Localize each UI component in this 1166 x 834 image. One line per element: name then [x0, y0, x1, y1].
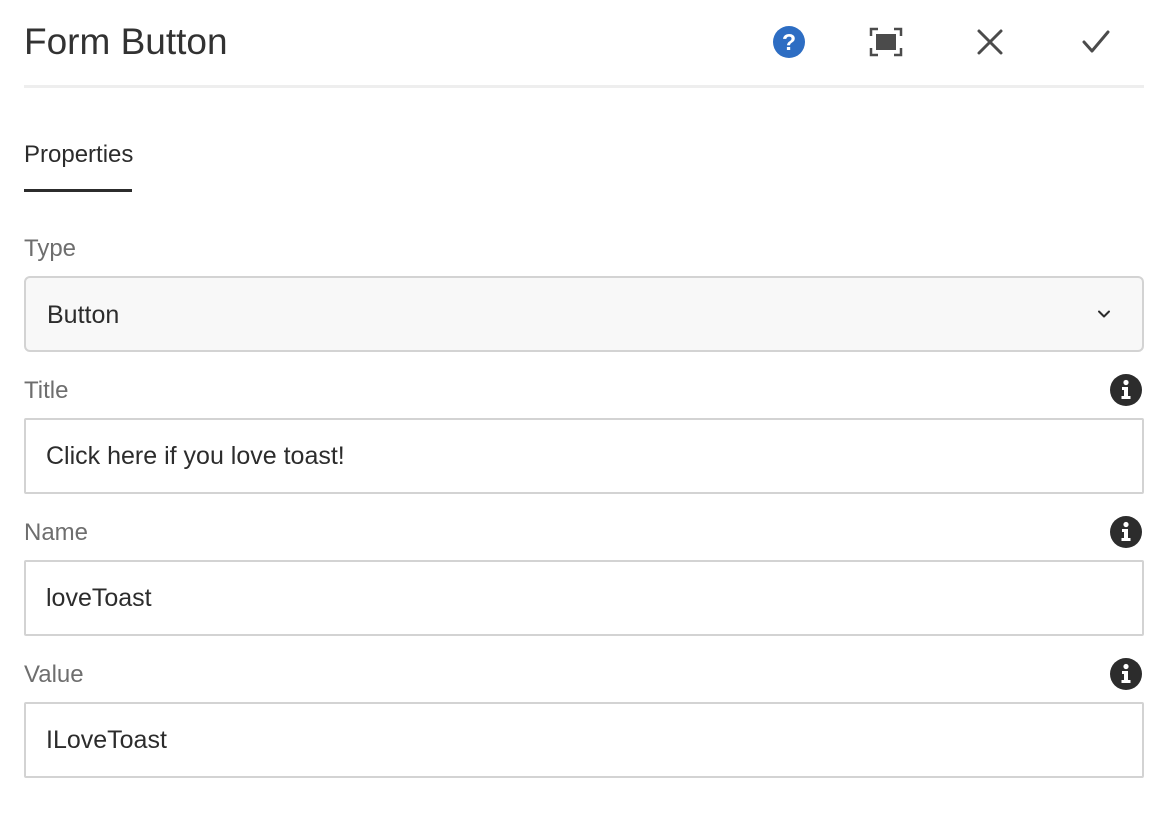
value-input[interactable]: [24, 702, 1144, 778]
name-input[interactable]: [24, 560, 1144, 636]
name-info-icon[interactable]: [1110, 516, 1142, 548]
fullscreen-button[interactable]: [866, 22, 906, 62]
type-select[interactable]: Button: [24, 276, 1144, 352]
help-circle-icon: ?: [773, 26, 805, 58]
tab-active-indicator: [24, 189, 132, 192]
value-info-icon[interactable]: [1110, 658, 1142, 690]
title-info-icon[interactable]: [1110, 374, 1142, 406]
type-label: Type: [24, 235, 77, 262]
svg-text:?: ?: [782, 29, 796, 55]
title-input[interactable]: [24, 418, 1144, 494]
tab-list: Properties: [24, 88, 1144, 192]
done-button[interactable]: [1076, 22, 1116, 62]
close-button[interactable]: [970, 22, 1010, 62]
close-icon: [977, 29, 1003, 55]
help-button[interactable]: ?: [769, 22, 809, 62]
value-label: Value: [24, 661, 84, 688]
title-label: Title: [24, 377, 69, 404]
checkmark-icon: [1082, 30, 1110, 53]
dialog-header: Form Button ?: [24, 0, 1144, 88]
name-label: Name: [24, 519, 89, 546]
tab-label: Properties: [24, 141, 134, 168]
dialog-title: Form Button: [24, 21, 228, 62]
tab-properties[interactable]: Properties: [24, 140, 133, 192]
type-select-value: Button: [47, 301, 120, 329]
fullscreen-icon: [869, 27, 903, 57]
chevron-down-icon: [1098, 310, 1110, 318]
